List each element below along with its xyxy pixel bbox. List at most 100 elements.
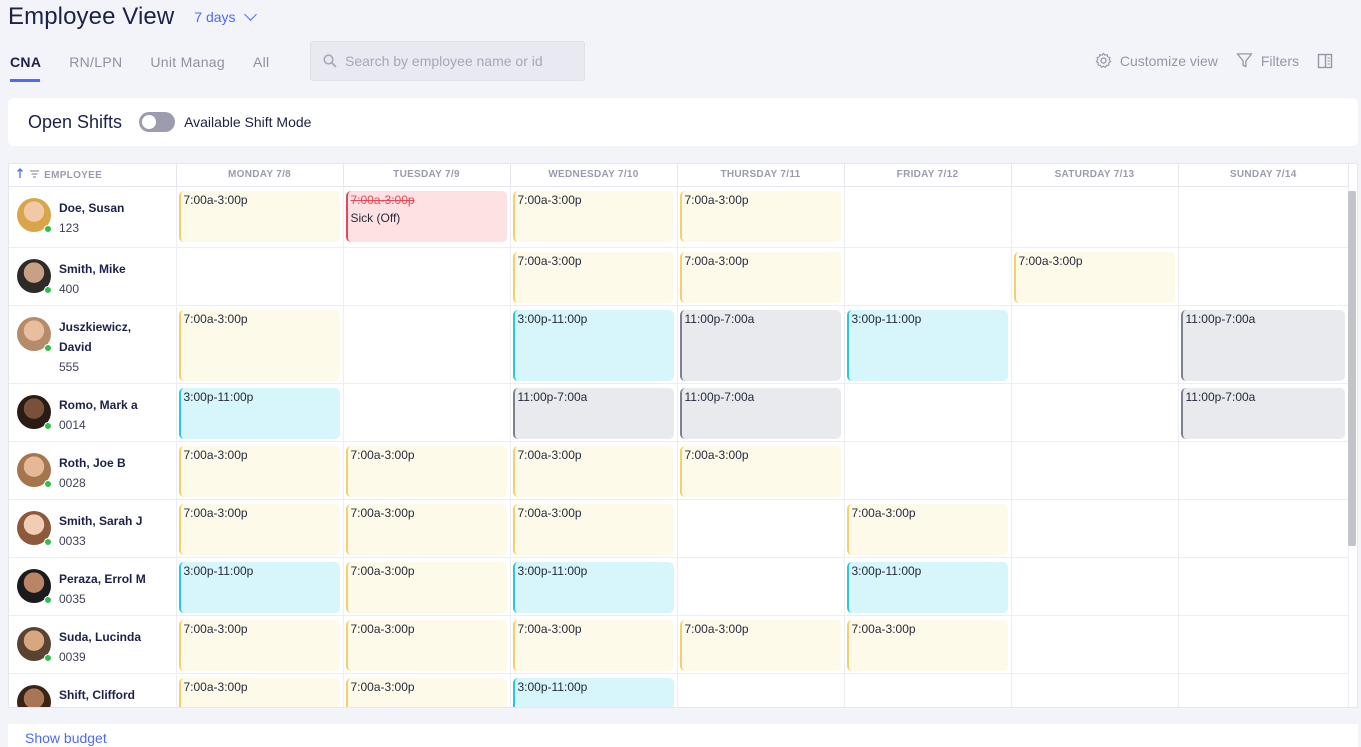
employee-cell[interactable]: Smith, Sarah J 0033 [9,499,177,558]
shift-block[interactable]: 3:00p-11:00p [178,561,340,613]
shift-block[interactable]: 7:00a-3:00p [178,309,340,381]
shift-block[interactable]: 3:00p-11:00p [512,309,674,381]
shift-block[interactable]: 7:00a-3:00p [345,677,507,707]
schedule-cell[interactable]: 3:00p-11:00p [510,557,678,616]
shift-block[interactable]: 11:00p-7:00a [1180,309,1345,381]
schedule-cell[interactable] [1178,557,1349,616]
schedule-cell[interactable] [1178,247,1349,306]
schedule-cell[interactable]: 11:00p-7:00a [677,305,845,384]
schedule-cell[interactable]: 3:00p-11:00p [844,305,1012,384]
tab-all[interactable]: All [253,52,269,82]
schedule-cell[interactable] [844,383,1012,442]
shift-block[interactable]: 7:00a-3:00p [512,503,674,555]
employee-cell[interactable]: Suda, Lucinda 0039 [9,615,177,674]
schedule-cell[interactable] [1178,441,1349,500]
shift-block[interactable]: 7:00a-3:00p [512,619,674,671]
schedule-cell[interactable] [1178,673,1349,707]
schedule-cell[interactable]: 7:00a-3:00p [176,305,344,384]
schedule-cell[interactable]: 7:00a-3:00p [677,186,845,248]
schedule-cell[interactable]: 7:00a-3:00p [844,615,1012,674]
shift-block[interactable]: 7:00a-3:00p [679,190,841,242]
employee-cell[interactable]: Romo, Mark a 0014 [9,383,177,442]
employee-column-header[interactable]: EMPLOYEE [9,164,177,187]
schedule-cell[interactable]: 11:00p-7:00a [677,383,845,442]
filters-button[interactable]: Filters [1236,52,1299,69]
show-budget-link[interactable]: Show budget [8,724,1358,747]
tab-rn-lpn[interactable]: RN/LPN [69,52,122,82]
schedule-cell[interactable]: 7:00a-3:00p [844,499,1012,558]
schedule-cell[interactable] [1011,557,1179,616]
shift-block[interactable]: 7:00a-3:00p [178,619,340,671]
schedule-cell[interactable]: 7:00a-3:00p [343,441,511,500]
shift-block[interactable]: 11:00p-7:00a [512,387,674,439]
schedule-cell[interactable]: 7:00a-3:00p [677,615,845,674]
search-input[interactable] [345,53,565,69]
tab-unit-manager[interactable]: Unit Manag [150,52,225,82]
shift-block[interactable]: 11:00p-7:00a [679,309,841,381]
schedule-cell[interactable] [1011,186,1179,248]
schedule-cell[interactable]: 7:00a-3:00p [343,615,511,674]
schedule-cell[interactable]: 11:00p-7:00a [1178,305,1349,384]
schedule-cell[interactable]: 7:00a-3:00p [677,247,845,306]
shift-block[interactable]: 3:00p-11:00p [512,677,674,707]
schedule-cell[interactable]: 7:00a-3:00p [510,247,678,306]
employee-cell[interactable]: Shift, Clifford 0096 [9,673,177,707]
schedule-cell[interactable] [1178,615,1349,674]
date-range-dropdown[interactable]: 7 days [194,8,257,25]
schedule-cell[interactable]: 7:00a-3:00p [677,441,845,500]
schedule-cell[interactable] [1011,441,1179,500]
schedule-cell[interactable]: 3:00p-11:00p [176,383,344,442]
schedule-cell[interactable] [1178,499,1349,558]
schedule-cell[interactable]: 7:00a-3:00p [343,499,511,558]
schedule-cell[interactable]: 7:00a-3:00p [343,557,511,616]
vertical-scrollbar[interactable] [1348,191,1356,546]
employee-cell[interactable]: Roth, Joe B 0028 [9,441,177,500]
schedule-cell[interactable]: 7:00a-3:00p [510,186,678,248]
schedule-cell[interactable]: 7:00a-3:00p [176,441,344,500]
shift-block[interactable]: 7:00a-3:00p Sick (Off) [345,190,507,242]
shift-block[interactable]: 7:00a-3:00p [679,445,841,497]
schedule-cell[interactable] [844,441,1012,500]
employee-cell[interactable]: Juszkiewicz, David 555 [9,305,177,384]
shift-block[interactable]: 7:00a-3:00p [512,251,674,303]
shift-block[interactable]: 7:00a-3:00p [679,619,841,671]
schedule-cell[interactable]: 7:00a-3:00p [176,499,344,558]
schedule-cell[interactable]: 3:00p-11:00p [510,305,678,384]
schedule-cell[interactable]: 7:00a-3:00p [510,615,678,674]
shift-block[interactable]: 3:00p-11:00p [178,387,340,439]
employee-cell[interactable]: Peraza, Errol M 0035 [9,557,177,616]
schedule-cell[interactable]: 3:00p-11:00p [510,673,678,707]
available-shift-mode-toggle[interactable] [139,112,176,132]
schedule-cell[interactable]: 7:00a-3:00p [510,499,678,558]
employee-cell[interactable]: Doe, Susan 123 [9,186,177,248]
schedule-cell[interactable]: 7:00a-3:00p [176,673,344,707]
shift-block[interactable]: 7:00a-3:00p [178,190,340,242]
schedule-cell[interactable] [1011,383,1179,442]
schedule-cell[interactable]: 7:00a-3:00p [343,673,511,707]
shift-block[interactable]: 3:00p-11:00p [846,309,1008,381]
schedule-cell[interactable] [844,186,1012,248]
schedule-cell[interactable] [844,247,1012,306]
schedule-cell[interactable] [844,673,1012,707]
shift-block[interactable]: 11:00p-7:00a [1180,387,1345,439]
shift-block[interactable]: 7:00a-3:00p [345,445,507,497]
shift-block[interactable]: 7:00a-3:00p [345,503,507,555]
schedule-cell[interactable] [677,673,845,707]
shift-block[interactable]: 7:00a-3:00p [178,677,340,707]
schedule-cell[interactable] [176,247,344,306]
shift-block[interactable]: 3:00p-11:00p [512,561,674,613]
shift-block[interactable]: 7:00a-3:00p [679,251,841,303]
schedule-cell[interactable]: 7:00a-3:00p [176,615,344,674]
shift-block[interactable]: 7:00a-3:00p [846,619,1008,671]
schedule-cell[interactable] [343,247,511,306]
shift-block[interactable]: 7:00a-3:00p [1013,251,1175,303]
schedule-cell[interactable]: 11:00p-7:00a [510,383,678,442]
employee-cell[interactable]: Smith, Mike 400 [9,247,177,306]
schedule-cell[interactable] [677,499,845,558]
shift-block[interactable]: 7:00a-3:00p [345,561,507,613]
shift-block[interactable]: 11:00p-7:00a [679,387,841,439]
schedule-cell[interactable]: 7:00a-3:00p [176,186,344,248]
schedule-cell[interactable] [1011,499,1179,558]
shift-block[interactable]: 7:00a-3:00p [846,503,1008,555]
shift-block[interactable]: 7:00a-3:00p [178,445,340,497]
